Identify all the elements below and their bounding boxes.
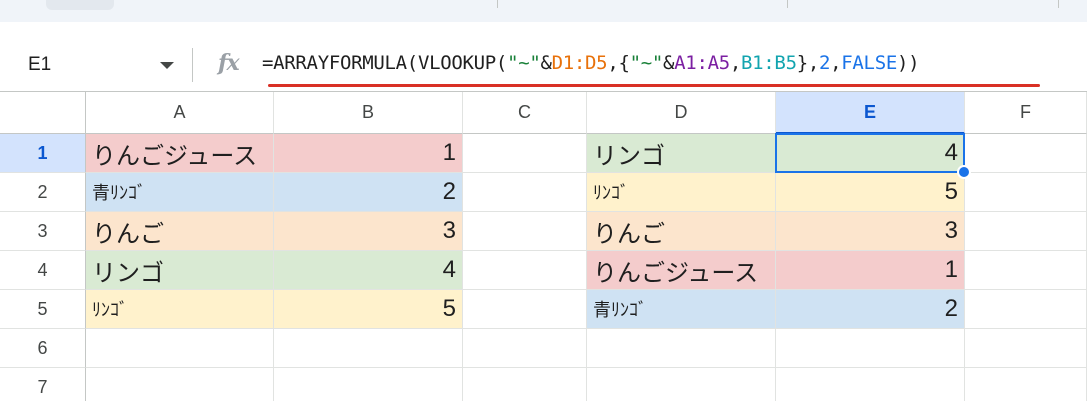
cell-f5[interactable] bbox=[965, 290, 1087, 329]
column-header-e[interactable]: E bbox=[776, 92, 965, 134]
column-header-b[interactable]: B bbox=[274, 92, 463, 134]
cell-d7[interactable] bbox=[587, 368, 776, 401]
cell-e2[interactable]: 5 bbox=[776, 173, 965, 212]
cell-e3[interactable]: 3 bbox=[776, 212, 965, 251]
toolbar-button-remnant[interactable] bbox=[46, 0, 114, 10]
cell-c1[interactable] bbox=[463, 134, 587, 173]
spreadsheet-grid: ABCDEF 1 2 3 4 5 6 7 りんごジュース 1 リンゴ 4 青ﾘﾝｺﾞ 2 ﾘﾝｺﾞ 5 りんご… bbox=[0, 92, 1087, 401]
cell-a3[interactable]: りんご bbox=[86, 212, 274, 251]
formula-token: D1:D5 bbox=[551, 52, 608, 74]
cell-d2[interactable]: ﾘﾝｺﾞ bbox=[587, 173, 776, 212]
formula-token: & bbox=[540, 52, 552, 74]
cell-d4[interactable]: りんごジュース bbox=[587, 251, 776, 290]
cell-e1[interactable]: 4 bbox=[776, 134, 965, 173]
formula-input[interactable]: =ARRAYFORMULA(VLOOKUP("~"&D1:D5,{"~"&A1:… bbox=[262, 52, 920, 74]
cell-b3[interactable]: 3 bbox=[274, 212, 463, 251]
cell-a5[interactable]: ﾘﾝｺﾞ bbox=[86, 290, 274, 329]
cell-f1[interactable] bbox=[965, 134, 1087, 173]
column-header-d[interactable]: D bbox=[587, 92, 776, 134]
formula-token: 2 bbox=[819, 52, 831, 74]
cell-f7[interactable] bbox=[965, 368, 1087, 401]
cell-c2[interactable] bbox=[463, 173, 587, 212]
chevron-down-icon[interactable] bbox=[160, 62, 174, 69]
name-box-reference: E1 bbox=[28, 54, 52, 75]
fill-handle[interactable] bbox=[957, 165, 971, 179]
cell-c7[interactable] bbox=[463, 368, 587, 401]
formula-error-underline bbox=[268, 84, 1040, 87]
formula-token: FALSE bbox=[841, 52, 897, 74]
cell-e5[interactable]: 2 bbox=[776, 290, 965, 329]
cell-b7[interactable] bbox=[274, 368, 463, 401]
column-headers: ABCDEF bbox=[0, 92, 1087, 134]
toolbar-divider bbox=[787, 0, 788, 8]
formula-bar-divider bbox=[192, 48, 193, 82]
toolbar-remnant bbox=[0, 0, 1087, 22]
formula-token: & bbox=[663, 52, 675, 74]
row-header-1[interactable]: 1 bbox=[0, 134, 86, 173]
cell-c4[interactable] bbox=[463, 251, 587, 290]
cell-b5[interactable]: 5 bbox=[274, 290, 463, 329]
row-header-4[interactable]: 4 bbox=[0, 251, 86, 290]
cell-f3[interactable] bbox=[965, 212, 1087, 251]
cell-f4[interactable] bbox=[965, 251, 1087, 290]
cell-a6[interactable] bbox=[86, 329, 274, 368]
formula-token: )) bbox=[896, 52, 920, 74]
column-header-c[interactable]: C bbox=[463, 92, 587, 134]
formula-token: "~" bbox=[629, 52, 664, 74]
toolbar-divider bbox=[1058, 0, 1059, 8]
cell-a1[interactable]: りんごジュース bbox=[86, 134, 274, 173]
row-header-2[interactable]: 2 bbox=[0, 173, 86, 212]
cell-b2[interactable]: 2 bbox=[274, 173, 463, 212]
cell-e6[interactable] bbox=[776, 329, 965, 368]
column-header-f[interactable]: F bbox=[965, 92, 1087, 134]
cell-e7[interactable] bbox=[776, 368, 965, 401]
formula-token: A1:A5 bbox=[674, 52, 730, 74]
cell-d5[interactable]: 青ﾘﾝｺﾞ bbox=[587, 290, 776, 329]
cell-c6[interactable] bbox=[463, 329, 587, 368]
cell-f6[interactable] bbox=[965, 329, 1087, 368]
cell-d6[interactable] bbox=[587, 329, 776, 368]
row-header-3[interactable]: 3 bbox=[0, 212, 86, 251]
row-header-6[interactable]: 6 bbox=[0, 329, 86, 368]
cell-c5[interactable] bbox=[463, 290, 587, 329]
formula-bar: E1 fx =ARRAYFORMULA(VLOOKUP("~"&D1:D5,{"… bbox=[0, 22, 1087, 92]
cell-e4[interactable]: 1 bbox=[776, 251, 965, 290]
cell-d3[interactable]: りんご bbox=[587, 212, 776, 251]
cell-a7[interactable] bbox=[86, 368, 274, 401]
column-header-a[interactable]: A bbox=[86, 92, 274, 134]
name-box[interactable]: E1 bbox=[0, 22, 192, 92]
formula-token: , bbox=[729, 52, 742, 74]
formula-token: , bbox=[830, 52, 842, 74]
cell-a4[interactable]: リンゴ bbox=[86, 251, 274, 290]
cell-b4[interactable]: 4 bbox=[274, 251, 463, 290]
formula-token: ,{ bbox=[607, 52, 630, 74]
formula-token: }, bbox=[796, 52, 820, 74]
row-header-7[interactable]: 7 bbox=[0, 368, 86, 401]
toolbar-divider bbox=[497, 0, 498, 8]
cell-b6[interactable] bbox=[274, 329, 463, 368]
cell-a2[interactable]: 青ﾘﾝｺﾞ bbox=[86, 173, 274, 212]
cell-f2[interactable] bbox=[965, 173, 1087, 212]
cell-c3[interactable] bbox=[463, 212, 587, 251]
formula-token: =ARRAYFORMULA(VLOOKUP( bbox=[262, 52, 508, 74]
function-icon: fx bbox=[218, 50, 240, 76]
row-header-5[interactable]: 5 bbox=[0, 290, 86, 329]
cell-b1[interactable]: 1 bbox=[274, 134, 463, 173]
formula-token: "~" bbox=[507, 52, 541, 74]
select-all-corner[interactable] bbox=[0, 92, 86, 134]
cell-d1[interactable]: リンゴ bbox=[587, 134, 776, 173]
formula-token: B1:B5 bbox=[741, 52, 797, 74]
